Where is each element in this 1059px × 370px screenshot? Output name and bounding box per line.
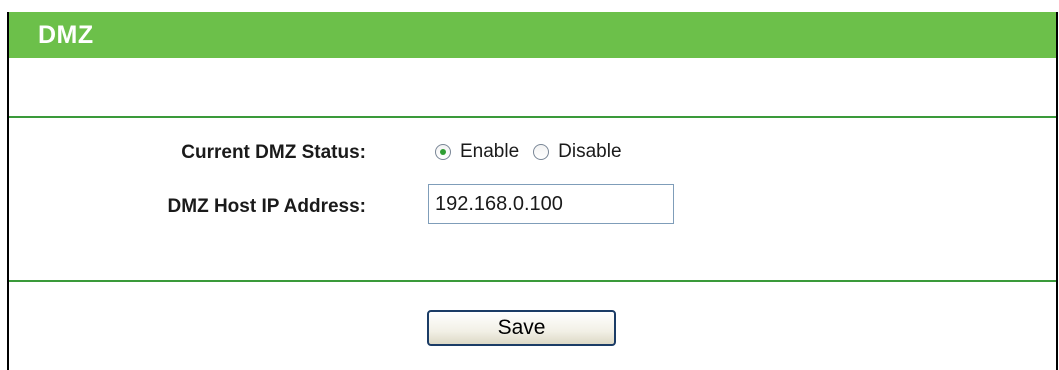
dmz-status-radio-group: Enable Disable xyxy=(435,141,636,163)
enable-radio[interactable] xyxy=(435,144,451,160)
dmz-panel: DMZ Current DMZ Status: Enable Disable D… xyxy=(7,12,1058,370)
divider-bottom xyxy=(9,280,1056,282)
save-button[interactable]: Save xyxy=(427,310,616,346)
enable-radio-label[interactable]: Enable xyxy=(460,141,519,163)
disable-radio[interactable] xyxy=(533,144,550,160)
page-title: DMZ xyxy=(9,12,1056,58)
divider-top xyxy=(9,116,1056,118)
dmz-host-ip-input[interactable] xyxy=(428,184,674,224)
disable-radio-label[interactable]: Disable xyxy=(558,141,621,163)
dmz-status-label: Current DMZ Status: xyxy=(181,142,366,163)
dmz-host-ip-label: DMZ Host IP Address: xyxy=(167,196,366,217)
